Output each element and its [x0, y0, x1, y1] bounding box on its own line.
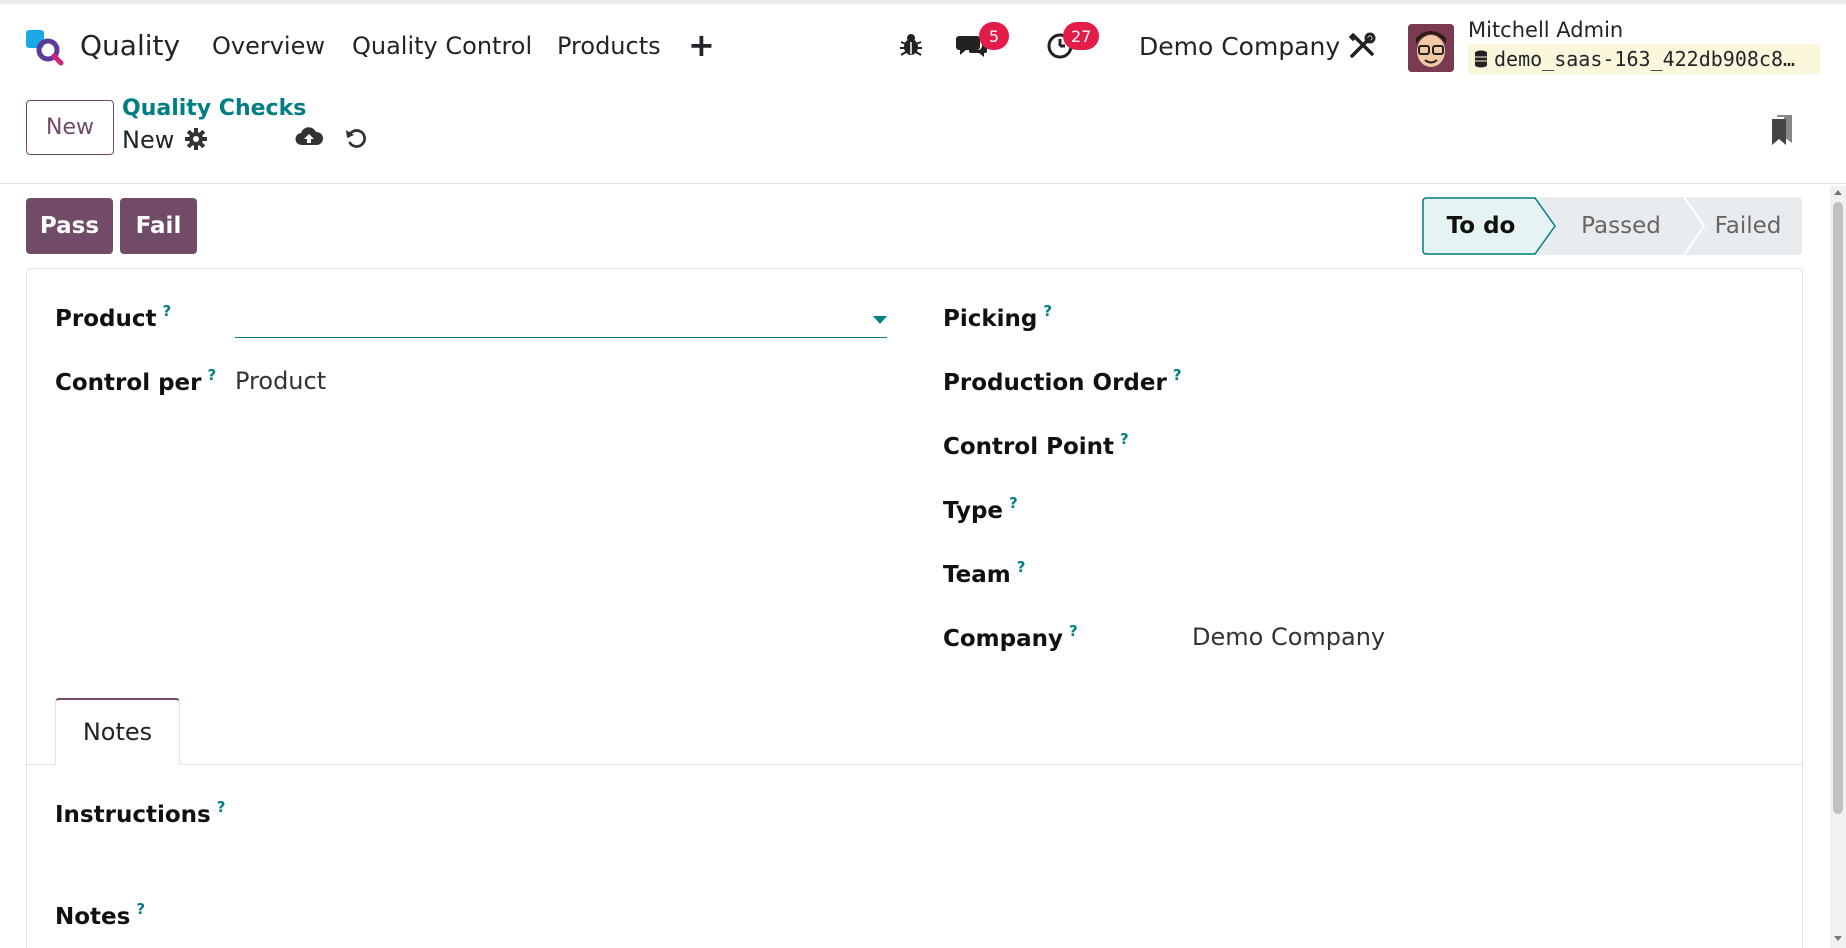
- type-label: Type?: [943, 494, 1018, 524]
- pass-button[interactable]: Pass: [26, 198, 113, 254]
- stage-failed[interactable]: Failed: [1694, 197, 1802, 255]
- type-label-text: Type: [943, 498, 1004, 524]
- stage-to-do[interactable]: To do: [1422, 197, 1540, 255]
- control-panel-divider: [0, 183, 1846, 184]
- control-per-label-text: Control per: [55, 370, 202, 396]
- tools-icon[interactable]: [1348, 32, 1376, 60]
- menu-overview[interactable]: Overview: [212, 32, 325, 60]
- fail-button[interactable]: Fail: [120, 198, 197, 254]
- database-name-text: demo_saas-163_422db908c8…: [1494, 47, 1796, 71]
- help-tooltip-icon[interactable]: ?: [1120, 430, 1129, 448]
- main-navbar: Quality Overview Quality Control Product…: [0, 4, 1846, 84]
- help-tooltip-icon[interactable]: ?: [1069, 622, 1078, 640]
- chevron-down-icon[interactable]: [873, 316, 887, 324]
- company-label-text: Company: [943, 626, 1063, 652]
- control-per-value: Product: [235, 367, 327, 395]
- scroll-down-arrow-icon[interactable]: [1834, 936, 1842, 941]
- add-menu-icon[interactable]: +: [688, 26, 715, 64]
- breadcrumb-quality-checks[interactable]: Quality Checks: [122, 96, 306, 121]
- product-field[interactable]: [235, 302, 887, 338]
- new-record-button[interactable]: New: [26, 100, 114, 155]
- instructions-label: Instructions?: [55, 798, 225, 828]
- save-cloud-icon[interactable]: [295, 125, 324, 153]
- picking-label-text: Picking: [943, 306, 1038, 332]
- activities-badge: 27: [1063, 22, 1100, 50]
- user-name[interactable]: Mitchell Admin: [1468, 18, 1623, 42]
- team-label: Team?: [943, 558, 1025, 588]
- production-order-label: Production Order?: [943, 366, 1182, 396]
- quality-app-icon[interactable]: [24, 26, 64, 66]
- help-tooltip-icon[interactable]: ?: [217, 798, 226, 816]
- user-avatar[interactable]: [1408, 24, 1454, 72]
- scroll-up-arrow-icon[interactable]: [1834, 190, 1842, 195]
- product-label-text: Product: [55, 306, 157, 332]
- help-tooltip-icon[interactable]: ?: [136, 900, 145, 918]
- help-tooltip-icon[interactable]: ?: [1009, 494, 1018, 512]
- company-value: Demo Company: [1192, 623, 1386, 651]
- control-per-label: Control per?: [55, 366, 216, 396]
- product-label: Product?: [55, 302, 171, 332]
- database-name: demo_saas-163_422db908c8…: [1468, 44, 1820, 74]
- vertical-scrollbar[interactable]: [1830, 186, 1846, 948]
- menu-quality-control[interactable]: Quality Control: [352, 32, 532, 60]
- control-point-label: Control Point?: [943, 430, 1129, 460]
- menu-products[interactable]: Products: [557, 32, 661, 60]
- app-name[interactable]: Quality: [80, 29, 180, 62]
- notes-label-text: Notes: [55, 904, 131, 930]
- picking-label: Picking?: [943, 302, 1052, 332]
- stage-passed[interactable]: Passed: [1556, 197, 1686, 255]
- database-icon: [1475, 50, 1487, 68]
- bookmarks-icon[interactable]: [1770, 113, 1794, 151]
- help-tooltip-icon[interactable]: ?: [1017, 558, 1026, 576]
- gear-icon[interactable]: [184, 127, 208, 155]
- help-tooltip-icon[interactable]: ?: [1043, 302, 1052, 320]
- company-label: Company?: [943, 622, 1078, 652]
- production-order-label-text: Production Order: [943, 370, 1167, 396]
- tab-notes[interactable]: Notes: [55, 698, 180, 765]
- help-tooltip-icon[interactable]: ?: [208, 366, 217, 384]
- breadcrumb-current: New: [122, 126, 175, 154]
- company-switcher[interactable]: Demo Company: [1139, 32, 1340, 61]
- notes-label: Notes?: [55, 900, 145, 930]
- notebook-tab-line: [26, 764, 1803, 765]
- debug-icon[interactable]: [898, 32, 924, 58]
- instructions-label-text: Instructions: [55, 802, 211, 828]
- status-stage-bar: To do Passed Failed: [1422, 197, 1802, 255]
- messages-badge: 5: [979, 22, 1009, 50]
- team-label-text: Team: [943, 562, 1011, 588]
- help-tooltip-icon[interactable]: ?: [1173, 366, 1182, 384]
- help-tooltip-icon[interactable]: ?: [162, 302, 171, 320]
- discard-undo-icon[interactable]: [344, 126, 368, 154]
- scrollbar-thumb[interactable]: [1833, 202, 1843, 814]
- control-point-label-text: Control Point: [943, 434, 1114, 460]
